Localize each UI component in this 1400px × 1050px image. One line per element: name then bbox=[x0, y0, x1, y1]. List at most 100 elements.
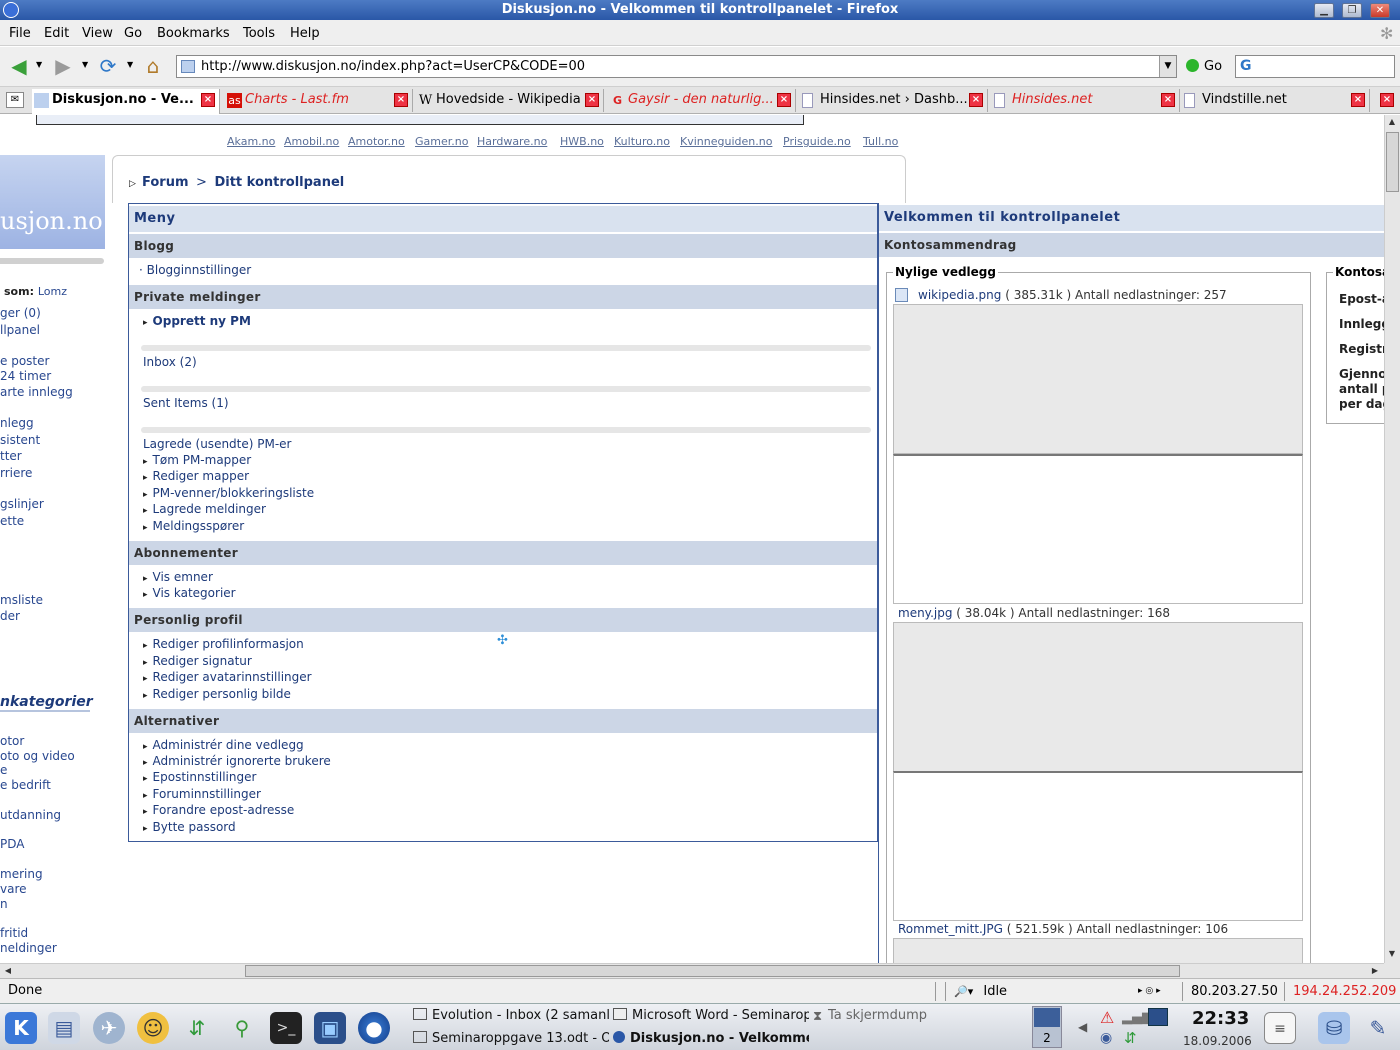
tray-warning-icon[interactable]: ⚠ bbox=[1100, 1008, 1114, 1027]
tab-vindstille[interactable]: Vindstille.net × bbox=[1182, 89, 1370, 112]
tab-hinsides-dashboard[interactable]: Hinsides.net › Dashb... × bbox=[800, 89, 988, 112]
back-dropdown-icon[interactable]: ▼ bbox=[36, 60, 42, 69]
close-tab-icon[interactable]: × bbox=[201, 93, 215, 107]
forward-icon[interactable]: ▶ bbox=[50, 54, 76, 78]
desktop-pager[interactable]: 2 bbox=[1032, 1006, 1062, 1048]
kde-menu-icon[interactable]: K bbox=[5, 1012, 37, 1044]
task-firefox-current[interactable]: Diskusjon.no - Velkomme bbox=[613, 1029, 809, 1049]
menu-view[interactable]: View bbox=[82, 26, 113, 41]
close-tab-icon[interactable]: × bbox=[585, 93, 599, 107]
breadcrumb-forum-link[interactable]: Forum bbox=[142, 175, 189, 190]
menu-item-email-settings[interactable]: Epostinnstillinger bbox=[143, 770, 257, 784]
link-gamer[interactable]: Gamer.no bbox=[415, 135, 468, 148]
go-button[interactable]: Go bbox=[1186, 57, 1230, 76]
menu-item-saved-pm[interactable]: Lagrede (usendte) PM-er bbox=[143, 437, 292, 451]
window-app-icon[interactable] bbox=[3, 2, 19, 18]
close-window-button[interactable]: ✕ bbox=[1370, 3, 1390, 18]
category-link[interactable]: mering bbox=[0, 867, 43, 881]
menu-item-view-categories[interactable]: Vis kategorier bbox=[143, 586, 236, 600]
horizontal-scrollbar[interactable]: ◀ ▶ bbox=[0, 963, 1384, 978]
pager-desktop-2[interactable]: 2 bbox=[1034, 1029, 1060, 1047]
menu-item-edit-photo[interactable]: Rediger personlig bilde bbox=[143, 687, 291, 701]
menu-item-change-email[interactable]: Forandre epost-adresse bbox=[143, 803, 295, 817]
file-transfer-icon[interactable]: ⇵ bbox=[181, 1012, 213, 1044]
konqueror-icon[interactable]: ✈ bbox=[93, 1012, 125, 1044]
tab-wikipedia[interactable]: W Hovedside - Wikipedia × bbox=[416, 89, 604, 112]
category-link[interactable]: fritid bbox=[0, 926, 28, 940]
menu-item-saved-messages[interactable]: Lagrede meldinger bbox=[143, 502, 266, 516]
left-link[interactable]: e poster bbox=[0, 354, 49, 368]
link-hardware[interactable]: Hardware.no bbox=[477, 135, 547, 148]
left-link[interactable]: ette bbox=[0, 514, 24, 528]
attachment-preview[interactable] bbox=[893, 622, 1303, 772]
menu-item-change-password[interactable]: Bytte passord bbox=[143, 820, 236, 834]
category-link[interactable]: PDA bbox=[0, 837, 24, 851]
category-link[interactable]: e bbox=[0, 763, 7, 777]
horizontal-scroll-thumb[interactable] bbox=[245, 965, 1180, 977]
back-icon[interactable]: ◀ bbox=[6, 54, 32, 78]
menu-item-edit-signature[interactable]: Rediger signatur bbox=[143, 654, 252, 668]
tray-network-icon[interactable] bbox=[1148, 1008, 1168, 1026]
category-link[interactable]: e bedrift bbox=[0, 778, 51, 792]
link-amotor[interactable]: Amotor.no bbox=[348, 135, 405, 148]
left-link[interactable]: llpanel bbox=[0, 323, 40, 337]
attachment-preview[interactable] bbox=[893, 938, 1303, 963]
left-link[interactable]: arte innlegg bbox=[0, 385, 73, 399]
storage-icon[interactable]: ⛁ bbox=[1318, 1012, 1350, 1044]
menu-item-ignored-users[interactable]: Administrér ignorerte brukere bbox=[143, 754, 331, 768]
vertical-scroll-thumb[interactable] bbox=[1386, 132, 1399, 192]
task-openoffice[interactable]: Seminaroppgave 13.odt - Op bbox=[413, 1029, 609, 1049]
left-link[interactable]: ger (0) bbox=[0, 306, 41, 320]
link-kulturo[interactable]: Kulturo.no bbox=[614, 135, 670, 148]
menu-item-message-tracker[interactable]: Meldingsspører bbox=[143, 519, 245, 533]
category-link[interactable]: utdanning bbox=[0, 808, 61, 822]
menu-item-buddy-list[interactable]: PM-venner/blokkeringsliste bbox=[143, 486, 315, 500]
menu-bookmarks[interactable]: Bookmarks bbox=[157, 26, 230, 41]
pager-desktop-1[interactable] bbox=[1034, 1008, 1060, 1027]
link-hwb[interactable]: HWB.no bbox=[560, 135, 604, 148]
link-prisguide[interactable]: Prisguide.no bbox=[783, 135, 851, 148]
task-evolution[interactable]: Evolution - Inbox (2 samanla bbox=[413, 1006, 609, 1026]
tab-lastfm[interactable]: as Charts - Last.fm × bbox=[225, 89, 413, 112]
clock-date[interactable]: 18.09.2006 bbox=[1183, 1034, 1252, 1048]
task-word[interactable]: Microsoft Word - Seminaropp bbox=[613, 1006, 809, 1026]
link-akam[interactable]: Akam.no bbox=[227, 135, 275, 148]
link-tull[interactable]: Tull.no bbox=[863, 135, 898, 148]
left-link[interactable]: gslinjer bbox=[0, 497, 44, 511]
close-tab-icon[interactable]: × bbox=[1351, 93, 1365, 107]
tab-hinsides[interactable]: Hinsides.net × bbox=[992, 89, 1180, 112]
menu-item-inbox[interactable]: Inbox (2) bbox=[143, 355, 197, 369]
category-link[interactable]: n bbox=[0, 897, 8, 911]
scroll-left-icon[interactable]: ◀ bbox=[1, 964, 15, 978]
search-input[interactable]: G bbox=[1235, 55, 1395, 78]
menu-item-manage-attachments[interactable]: Administrér dine vedlegg bbox=[143, 738, 304, 752]
clock-time[interactable]: 22:33 bbox=[1192, 1008, 1249, 1029]
link-kvinneguiden[interactable]: Kvinneguiden.no bbox=[680, 135, 772, 148]
left-link[interactable]: 24 timer bbox=[0, 369, 51, 383]
url-history-dropdown[interactable]: ▼ bbox=[1159, 56, 1176, 77]
close-tab-icon[interactable]: × bbox=[969, 93, 983, 107]
tray-collapse-icon[interactable]: ◀ bbox=[1078, 1020, 1087, 1034]
menu-edit[interactable]: Edit bbox=[44, 26, 69, 41]
menu-go[interactable]: Go bbox=[124, 26, 142, 41]
tray-sound-icon[interactable]: ◉ bbox=[1100, 1030, 1112, 1046]
scroll-down-icon[interactable]: ▼ bbox=[1385, 947, 1399, 961]
reload-icon[interactable]: ⟳ bbox=[95, 54, 121, 78]
tray-update-icon[interactable]: ⇵ bbox=[1124, 1029, 1137, 1047]
category-link[interactable]: neldinger bbox=[0, 941, 57, 955]
menu-item-empty-folders[interactable]: Tøm PM-mapper bbox=[143, 453, 252, 467]
wireless-icon[interactable]: ⚲ bbox=[226, 1012, 258, 1044]
scroll-right-icon[interactable]: ▶ bbox=[1368, 964, 1382, 978]
menu-tools[interactable]: Tools bbox=[243, 26, 275, 41]
menu-file[interactable]: File bbox=[9, 26, 31, 41]
category-link[interactable]: vare bbox=[0, 882, 27, 896]
menu-help[interactable]: Help bbox=[290, 26, 320, 41]
menu-item-sent[interactable]: Sent Items (1) bbox=[143, 396, 229, 410]
attachment-link[interactable]: Rommet_mitt.JPG bbox=[898, 922, 1003, 936]
close-tab-icon[interactable]: × bbox=[394, 93, 408, 107]
close-tab-icon[interactable]: × bbox=[1161, 93, 1175, 107]
tab-gaysir[interactable]: G Gaysir - den naturlig... × bbox=[608, 89, 796, 112]
maximize-button[interactable]: ❐ bbox=[1342, 3, 1362, 18]
left-link[interactable]: sistent bbox=[0, 433, 40, 447]
attachment-preview[interactable] bbox=[893, 304, 1303, 454]
